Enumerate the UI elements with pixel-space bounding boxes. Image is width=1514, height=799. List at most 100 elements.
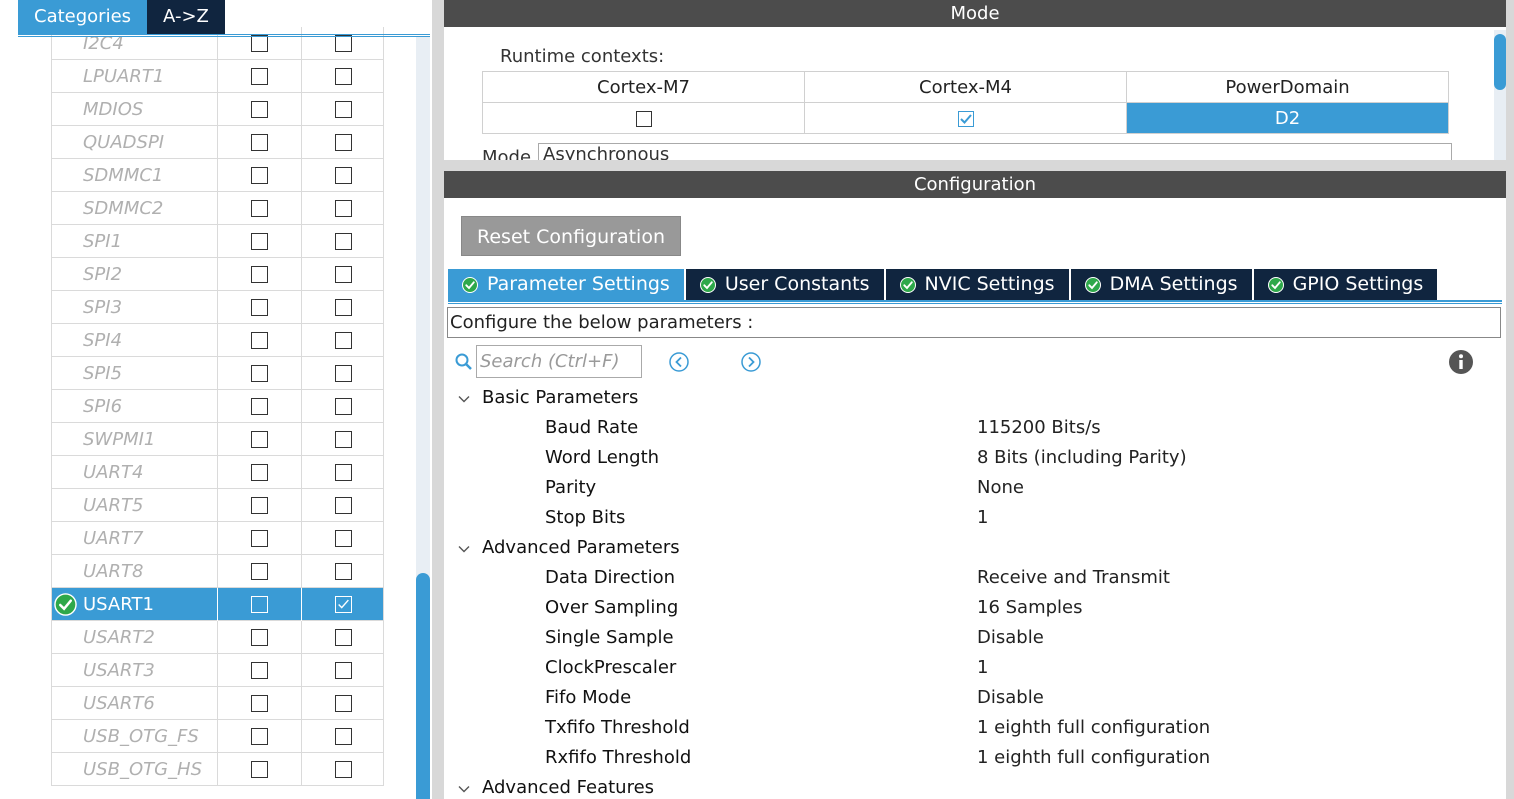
parameter-value[interactable]: 1 eighth full configuration	[977, 746, 1210, 770]
peripheral-checkbox[interactable]	[251, 398, 268, 415]
peripheral-checkbox[interactable]	[251, 233, 268, 250]
peripheral-name[interactable]: USB_OTG_HS	[83, 753, 217, 786]
parameter-value[interactable]: None	[977, 476, 1024, 500]
peripheral-name[interactable]: USART2	[83, 621, 217, 654]
peripheral-checkbox[interactable]	[251, 761, 268, 778]
previous-result-icon[interactable]	[668, 351, 690, 373]
tab-dma-settings[interactable]: DMA Settings	[1070, 269, 1252, 300]
peripheral-checkbox[interactable]	[251, 464, 268, 481]
peripheral-checkbox[interactable]	[335, 398, 352, 415]
peripheral-name[interactable]: UART7	[83, 522, 217, 555]
peripheral-checkbox[interactable]	[335, 497, 352, 514]
parameter-value[interactable]: 1	[977, 656, 988, 680]
peripheral-name[interactable]: USB_OTG_FS	[83, 720, 217, 753]
parameter-value[interactable]: 1 eighth full configuration	[977, 716, 1210, 740]
peripheral-checkbox[interactable]	[335, 431, 352, 448]
peripheral-name[interactable]: SWPMI1	[83, 423, 217, 456]
peripheral-checkbox[interactable]	[251, 728, 268, 745]
info-icon[interactable]	[1448, 349, 1474, 375]
parameter-row[interactable]: Single Sample Disable	[444, 624, 1506, 654]
mode-select[interactable]: Asynchronous	[538, 143, 1452, 160]
peripheral-checkbox[interactable]	[251, 629, 268, 646]
mode-scrollbar-thumb[interactable]	[1494, 34, 1506, 90]
peripheral-checkbox[interactable]	[251, 68, 268, 85]
peripheral-checkbox[interactable]	[335, 332, 352, 349]
peripheral-checkbox[interactable]	[251, 662, 268, 679]
peripheral-checkbox[interactable]	[335, 662, 352, 679]
peripheral-name[interactable]: SPI1	[83, 225, 217, 258]
parameter-group[interactable]: Advanced Parameters	[444, 534, 1506, 564]
peripheral-row[interactable]: SWPMI1	[51, 423, 384, 456]
peripheral-row[interactable]: SPI4	[51, 324, 384, 357]
parameter-row[interactable]: Baud Rate 115200 Bits/s	[444, 414, 1506, 444]
peripheral-checkbox[interactable]	[251, 101, 268, 118]
parameter-value[interactable]: Disable	[977, 626, 1044, 650]
peripheral-name[interactable]: SDMMC2	[83, 192, 217, 225]
peripheral-checkbox[interactable]	[251, 530, 268, 547]
horizontal-splitter[interactable]	[444, 160, 1514, 171]
peripheral-row[interactable]: USART3	[51, 654, 384, 687]
reset-configuration-button[interactable]: Reset Configuration	[461, 216, 681, 256]
peripheral-checkbox[interactable]	[251, 200, 268, 217]
peripheral-checkbox[interactable]	[335, 629, 352, 646]
chevron-down-icon[interactable]	[456, 781, 472, 797]
peripheral-row[interactable]: SPI1	[51, 225, 384, 258]
peripheral-row[interactable]: SPI6	[51, 390, 384, 423]
parameter-value[interactable]: Disable	[977, 686, 1044, 710]
parameter-value[interactable]: 115200 Bits/s	[977, 416, 1101, 440]
peripheral-checkbox[interactable]	[251, 266, 268, 283]
peripheral-checkbox[interactable]	[251, 167, 268, 184]
peripheral-row[interactable]: SPI3	[51, 291, 384, 324]
peripheral-row[interactable]: SDMMC2	[51, 192, 384, 225]
tab-user-constants[interactable]: User Constants	[685, 269, 884, 300]
peripheral-row[interactable]: LPUART1	[51, 60, 384, 93]
powerdomain-value[interactable]: D2	[1126, 102, 1449, 134]
cortex-m7-checkbox[interactable]	[636, 111, 652, 127]
peripheral-name[interactable]: UART5	[83, 489, 217, 522]
peripheral-checkbox[interactable]	[251, 35, 268, 52]
peripheral-name[interactable]: UART4	[83, 456, 217, 489]
peripheral-checkbox[interactable]	[335, 101, 352, 118]
peripheral-row[interactable]: USART2	[51, 621, 384, 654]
peripheral-row[interactable]: USART1	[51, 588, 384, 621]
peripheral-name[interactable]: MDIOS	[83, 93, 217, 126]
peripheral-checkbox[interactable]	[251, 365, 268, 382]
peripheral-row[interactable]: UART4	[51, 456, 384, 489]
peripheral-name[interactable]: SPI5	[83, 357, 217, 390]
peripheral-row[interactable]: SDMMC1	[51, 159, 384, 192]
vertical-splitter[interactable]	[432, 0, 444, 799]
peripheral-checkbox[interactable]	[335, 134, 352, 151]
peripheral-name[interactable]: USART1	[83, 588, 217, 621]
parameter-row[interactable]: Word Length 8 Bits (including Parity)	[444, 444, 1506, 474]
peripheral-checkbox[interactable]	[335, 530, 352, 547]
search-icon[interactable]	[454, 352, 474, 372]
peripheral-checkbox[interactable]	[335, 563, 352, 580]
peripheral-checkbox[interactable]	[251, 134, 268, 151]
peripheral-checkbox[interactable]	[251, 431, 268, 448]
peripheral-checkbox[interactable]	[251, 596, 268, 613]
peripheral-row[interactable]: UART5	[51, 489, 384, 522]
peripheral-row[interactable]: UART7	[51, 522, 384, 555]
peripheral-name[interactable]: SPI6	[83, 390, 217, 423]
parameter-row[interactable]: Parity None	[444, 474, 1506, 504]
parameter-value[interactable]: 8 Bits (including Parity)	[977, 446, 1187, 470]
left-scrollbar-thumb[interactable]	[416, 573, 430, 799]
peripheral-checkbox[interactable]	[251, 695, 268, 712]
peripheral-row[interactable]: USB_OTG_HS	[51, 753, 384, 786]
peripheral-checkbox[interactable]	[335, 365, 352, 382]
peripheral-row[interactable]: SPI2	[51, 258, 384, 291]
peripheral-checkbox[interactable]	[251, 299, 268, 316]
parameter-row[interactable]: Fifo Mode Disable	[444, 684, 1506, 714]
peripheral-name[interactable]: SPI2	[83, 258, 217, 291]
parameter-row[interactable]: ClockPrescaler 1	[444, 654, 1506, 684]
peripheral-checkbox[interactable]	[335, 695, 352, 712]
search-input[interactable]: Search (Ctrl+F)	[476, 345, 642, 378]
cortex-m4-checkbox[interactable]	[958, 111, 974, 127]
tab-parameter-settings[interactable]: Parameter Settings	[448, 269, 684, 300]
parameter-row[interactable]: Stop Bits 1	[444, 504, 1506, 534]
peripheral-name[interactable]: LPUART1	[83, 60, 217, 93]
peripheral-name[interactable]: QUADSPI	[83, 126, 217, 159]
parameter-value[interactable]: Receive and Transmit	[977, 566, 1170, 590]
peripheral-checkbox[interactable]	[251, 497, 268, 514]
peripheral-checkbox[interactable]	[335, 167, 352, 184]
